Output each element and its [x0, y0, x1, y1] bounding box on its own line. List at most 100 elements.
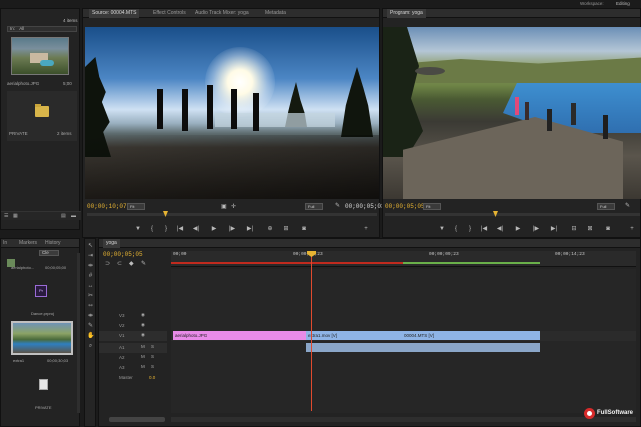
source-add-icon[interactable]: +	[361, 225, 371, 233]
source-camera-icon[interactable]: ▣	[221, 203, 227, 210]
play-icon[interactable]: ▶	[209, 225, 219, 233]
source-playhead-marker[interactable]	[163, 211, 168, 217]
track-a3[interactable]: A3 M S	[99, 363, 167, 373]
program-timecode-in[interactable]: 00;00;05;05	[385, 203, 425, 210]
tab-source[interactable]: Source: 00004.MTS	[89, 9, 140, 18]
linked-icon[interactable]: ⊂	[117, 260, 122, 267]
audio-clip-a1-2[interactable]	[402, 343, 540, 352]
go-to-in-icon[interactable]: |◀	[175, 225, 185, 233]
playhead-line[interactable]	[311, 251, 312, 411]
track-a1[interactable]: A1 M S	[99, 343, 167, 353]
audio-clip-a1-1[interactable]	[306, 343, 402, 352]
program-step-fwd-icon[interactable]: |▶	[531, 225, 541, 233]
clip-00004[interactable]: 00004.MTS [V]	[402, 331, 540, 340]
step-back-icon[interactable]: ◀|	[191, 225, 201, 233]
rolling-edit-tool-icon[interactable]: #	[87, 273, 94, 280]
mark-out-icon[interactable]: }	[161, 225, 171, 233]
track-v1-eye-icon[interactable]: ◉	[141, 332, 145, 338]
source-export-icon[interactable]: ✛	[231, 203, 236, 210]
track-area[interactable]: aerialphoto.JPG extra1.mov [V] 00004.MTS…	[171, 251, 636, 413]
program-marker-icon[interactable]: ▼	[437, 225, 447, 233]
track-master[interactable]: Master 0.0	[99, 373, 167, 383]
program-mark-out-icon[interactable]: }	[465, 225, 475, 233]
track-v2-eye-icon[interactable]: ◉	[141, 322, 145, 328]
slide-tool-icon[interactable]: ⇼	[87, 313, 94, 320]
overwrite-icon[interactable]: ⊞	[281, 225, 291, 233]
aerial-thumbnail[interactable]	[11, 37, 69, 75]
track-v1[interactable]: V1 ◉	[99, 331, 167, 341]
list-view-icon[interactable]: ☰	[4, 213, 8, 219]
media-thumb-extra1[interactable]	[11, 321, 73, 355]
program-play-icon[interactable]: ▶	[513, 225, 523, 233]
tab-program[interactable]: Program: yoga	[387, 9, 426, 18]
in-filter[interactable]: In: All	[7, 26, 77, 32]
tab-effect-controls[interactable]: Effect Controls	[153, 9, 186, 18]
track-a2-solo-icon[interactable]: S	[151, 354, 154, 359]
track-a2[interactable]: A2 M S	[99, 353, 167, 363]
premiere-project-icon[interactable]: Pr	[35, 285, 47, 297]
program-add-icon[interactable]: +	[627, 225, 637, 233]
new-item-icon[interactable]: ▤	[61, 213, 66, 219]
program-playhead-marker[interactable]	[493, 211, 498, 217]
snap-icon[interactable]: ⊃	[105, 260, 110, 267]
track-v3-eye-icon[interactable]: ◉	[141, 312, 145, 318]
lift-icon[interactable]: ⊟	[569, 225, 579, 233]
icon-view-icon[interactable]: ▦	[13, 213, 18, 219]
source-full-select[interactable]: Full	[305, 203, 323, 210]
program-scrub-bar[interactable]	[385, 211, 640, 217]
ripple-edit-tool-icon[interactable]: ⇹	[87, 263, 94, 270]
program-go-in-icon[interactable]: |◀	[479, 225, 489, 233]
step-forward-icon[interactable]: |▶	[227, 225, 237, 233]
extract-icon[interactable]: ⊠	[585, 225, 595, 233]
pen-tool-icon[interactable]: ✎	[87, 323, 94, 330]
time-ruler[interactable]: 00;00 00;00;04;23 00;00;09;23 00;00;14;2…	[171, 251, 636, 267]
go-to-out-icon[interactable]: ▶|	[245, 225, 255, 233]
tab-in[interactable]: In	[3, 239, 7, 248]
track-a3-solo-icon[interactable]: S	[151, 364, 154, 369]
source-fit-select[interactable]: Fit	[127, 203, 145, 210]
selection-tool-icon[interactable]: ↖	[87, 243, 94, 250]
source-timecode-in[interactable]: 00;00;10;07	[87, 203, 127, 210]
program-step-back-icon[interactable]: ◀|	[495, 225, 505, 233]
tab-sequence-yoga[interactable]: yoga	[103, 239, 120, 248]
track-a1-solo-icon[interactable]: S	[151, 344, 154, 349]
timeline-playhead-timecode[interactable]: 00;00;05;05	[103, 251, 143, 258]
zoom-tool-icon[interactable]: ⌕	[87, 343, 94, 350]
clip-extra1[interactable]: extra1.mov [V]	[306, 331, 402, 340]
wrench-icon[interactable]: ✎	[141, 260, 146, 267]
source-scrub-bar[interactable]	[87, 211, 377, 217]
export-frame-icon[interactable]: ◙	[299, 225, 309, 233]
rate-stretch-tool-icon[interactable]: ↔	[87, 283, 94, 290]
track-v2[interactable]: V2 ◉	[99, 321, 167, 331]
marker-icon[interactable]: ▼	[133, 225, 143, 233]
program-full-select[interactable]: Full	[597, 203, 615, 210]
tab-metadata[interactable]: Metadata	[265, 9, 286, 18]
tab-markers[interactable]: Markers	[19, 239, 37, 248]
razor-tool-icon[interactable]: ✂	[87, 293, 94, 300]
document-icon[interactable]	[39, 379, 48, 390]
program-fit-select[interactable]: Fit	[423, 203, 441, 210]
tab-history[interactable]: History	[45, 239, 61, 248]
workspace-editing[interactable]: Editing	[616, 1, 630, 6]
hand-tool-icon[interactable]: ✋	[87, 333, 94, 340]
mark-in-icon[interactable]: {	[147, 225, 157, 233]
media-scrollbar[interactable]	[77, 253, 80, 413]
track-v3[interactable]: V3 ◉	[99, 311, 167, 321]
track-a3-mute-icon[interactable]: M	[141, 364, 145, 369]
program-go-out-icon[interactable]: ▶|	[549, 225, 559, 233]
timeline-scrollbar[interactable]	[109, 417, 165, 422]
add-marker-icon[interactable]: ◆	[129, 260, 134, 267]
source-settings-icon[interactable]: ✎	[335, 202, 340, 209]
track-a2-mute-icon[interactable]: M	[141, 354, 145, 359]
slip-tool-icon[interactable]: ⇿	[87, 303, 94, 310]
track-select-tool-icon[interactable]: ⇥	[87, 253, 94, 260]
program-settings-icon[interactable]: ✎	[625, 202, 630, 209]
tab-audio-mixer[interactable]: Audio Track Mixer: yoga	[195, 9, 249, 18]
master-value[interactable]: 0.0	[149, 375, 155, 380]
delete-icon[interactable]: ▬	[71, 213, 76, 219]
timeline-zoom-bar[interactable]	[171, 417, 636, 422]
program-mark-in-icon[interactable]: {	[451, 225, 461, 233]
track-a1-mute-icon[interactable]: M	[141, 344, 145, 349]
media-search[interactable]: Cle	[39, 250, 59, 256]
clip-aerialphoto[interactable]: aerialphoto.JPG	[173, 331, 306, 340]
